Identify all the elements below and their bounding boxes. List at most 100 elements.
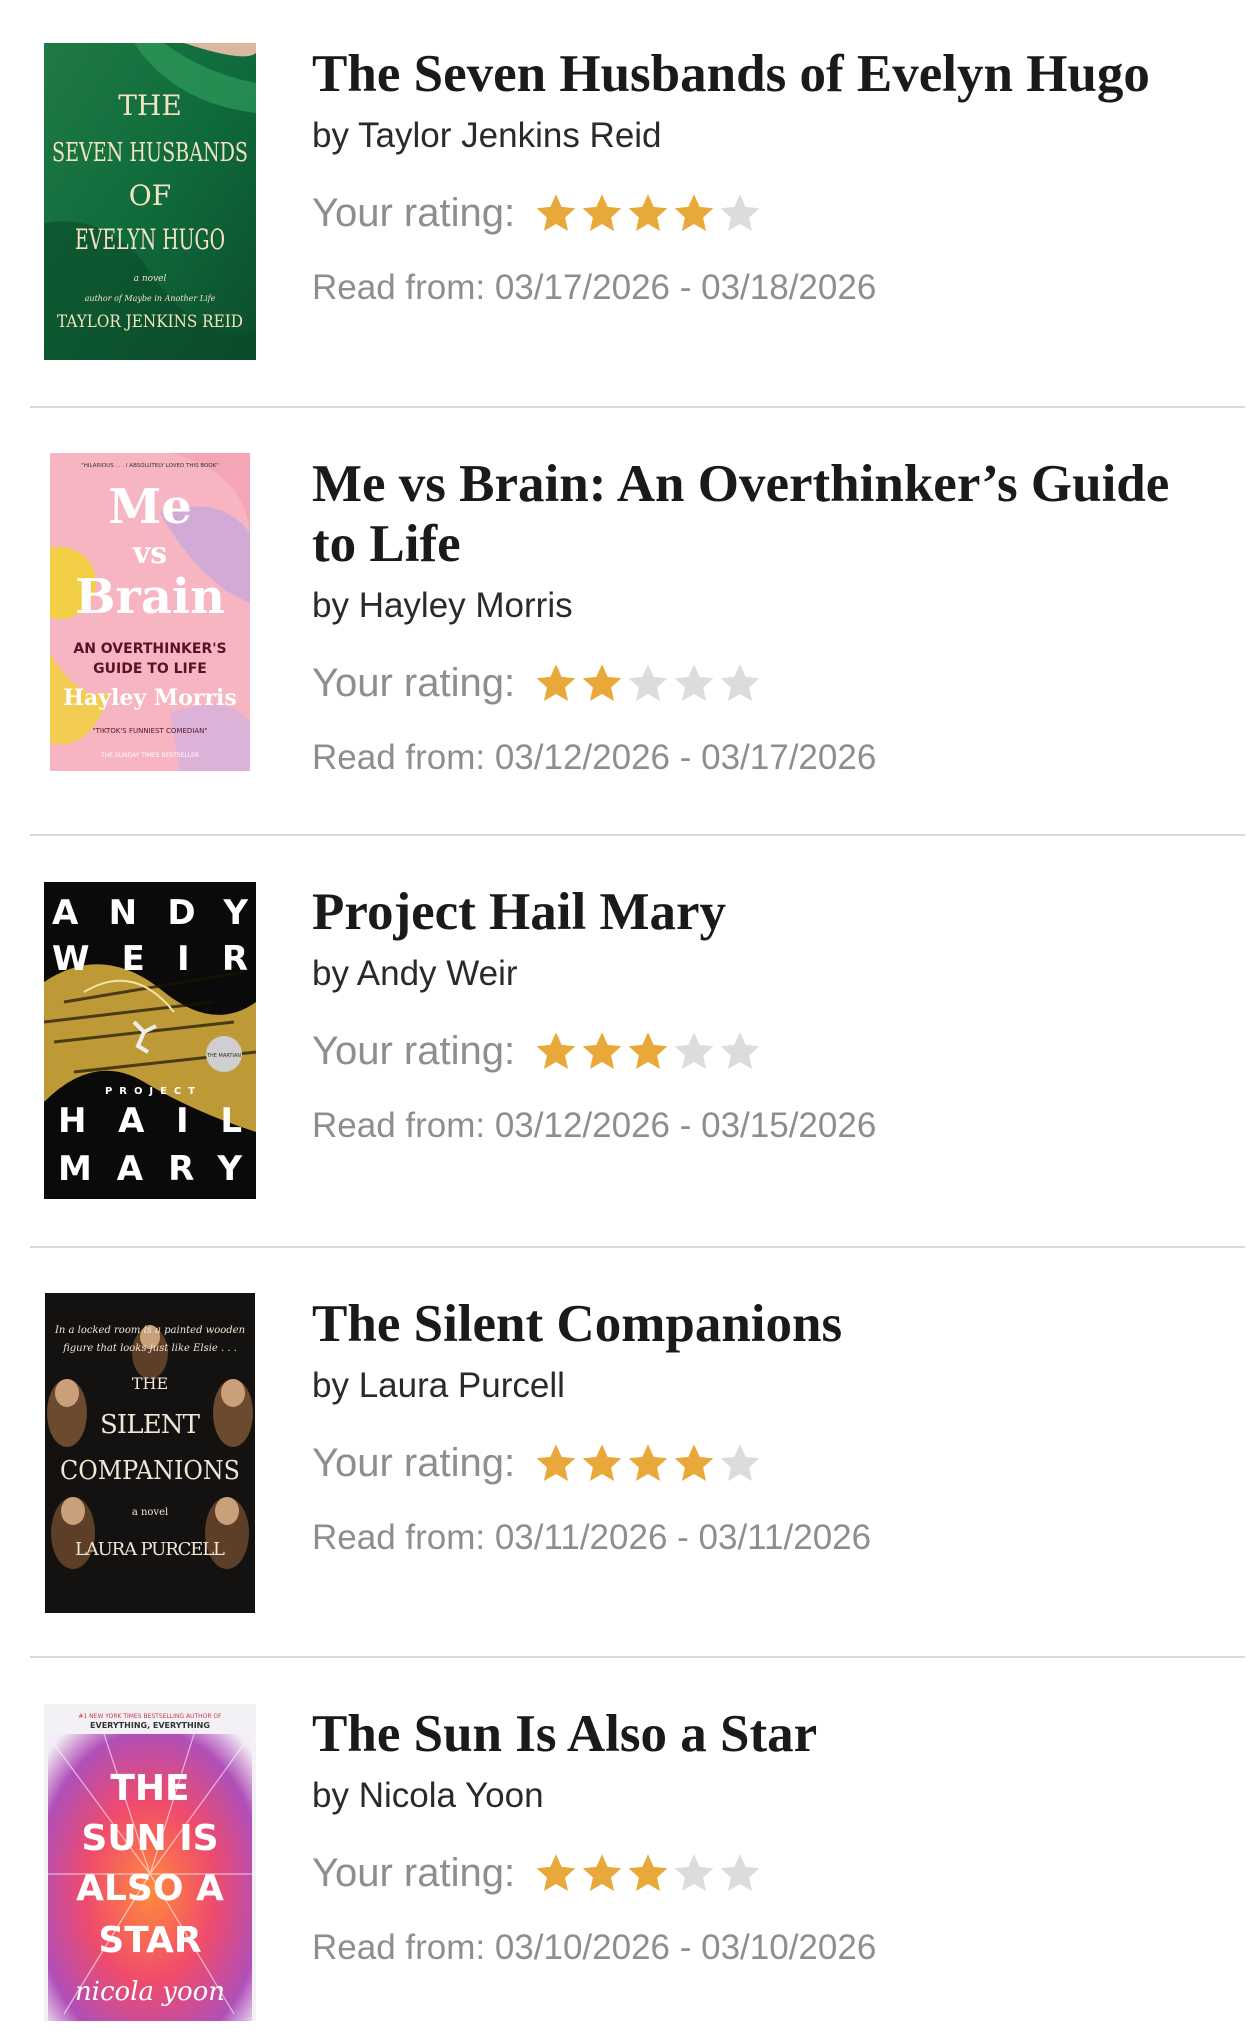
book-info: Project Hail Mary by Andy Weir Your rati… [312, 882, 1205, 1146]
cover-badge-text: THE MARTIAN [206, 1053, 241, 1059]
star-filled-icon[interactable] [671, 190, 717, 236]
star-filled-icon[interactable] [533, 1850, 579, 1896]
book-title[interactable]: The Silent Companions [312, 1294, 1205, 1354]
book-info: The Sun Is Also a Star by Nicola Yoon Yo… [312, 1704, 1205, 1968]
rating-label: Your rating: [312, 190, 516, 235]
cover-tagline-text: #1 NEW YORK TIMES BESTSELLING AUTHOR OF [78, 1713, 222, 1720]
book-author[interactable]: by Laura Purcell [312, 1366, 1205, 1406]
star-rating[interactable] [533, 1440, 763, 1486]
book-author[interactable]: by Nicola Yoon [312, 1776, 1205, 1816]
cover-title-text: SILENT [100, 1410, 201, 1440]
rating-row: Your rating: [312, 1438, 1205, 1488]
star-filled-icon[interactable] [671, 1440, 717, 1486]
book-row[interactable]: #1 NEW YORK TIMES BESTSELLING AUTHOR OF … [30, 1658, 1245, 2043]
cover-title-text: EVELYN HUGO [75, 223, 225, 256]
cover-title-text: SUN IS [81, 1818, 218, 1859]
star-rating[interactable] [533, 1028, 763, 1074]
cover-tagline-text: author of Maybe in Another Life [85, 294, 216, 303]
book-author[interactable]: by Andy Weir [312, 954, 1205, 994]
book-row[interactable]: In a locked room is a painted wooden fig… [30, 1248, 1245, 1658]
cover-title-text: THE [132, 1374, 168, 1393]
book-row[interactable]: THE SEVEN HUSBANDS OF EVELYN HUGO a nove… [30, 0, 1245, 360]
book-row[interactable]: "HILARIOUS . . . I ABSOLUTELY LOVED THIS… [30, 408, 1245, 834]
book-info: The Seven Husbands of Evelyn Hugo by Tay… [312, 44, 1205, 308]
book-author[interactable]: by Hayley Morris [312, 586, 1205, 626]
star-filled-icon[interactable] [533, 190, 579, 236]
rating-row: Your rating: [312, 658, 1205, 708]
star-filled-icon[interactable] [579, 1440, 625, 1486]
star-empty-icon[interactable] [671, 1028, 717, 1074]
book-cover[interactable]: THE MARTIAN ANDY WEIR PROJECT HAIL MARY [44, 882, 256, 1199]
star-empty-icon[interactable] [717, 190, 763, 236]
book-cover[interactable]: THE SEVEN HUSBANDS OF EVELYN HUGO a nove… [44, 43, 256, 360]
rating-label: Your rating: [312, 1028, 516, 1073]
star-empty-icon[interactable] [717, 660, 763, 706]
cover-title-text: STAR [98, 1920, 201, 1961]
book-title[interactable]: Me vs Brain: An Overthinker’s Guide to L… [312, 454, 1205, 574]
cover-quote-text: "TIKTOK'S FUNNIEST COMEDIAN" [92, 727, 207, 735]
book-title[interactable]: The Sun Is Also a Star [312, 1704, 1205, 1764]
star-empty-icon[interactable] [671, 660, 717, 706]
book-title[interactable]: Project Hail Mary [312, 882, 1205, 942]
book-cover[interactable]: In a locked room is a painted wooden fig… [45, 1293, 255, 1613]
rating-label: Your rating: [312, 660, 516, 705]
star-filled-icon[interactable] [625, 1028, 671, 1074]
book-cover[interactable]: #1 NEW YORK TIMES BESTSELLING AUTHOR OF … [44, 1704, 256, 2021]
book-info: Me vs Brain: An Overthinker’s Guide to L… [312, 454, 1205, 778]
read-dates: Read from: 03/12/2026 - 03/17/2026 [312, 738, 877, 777]
star-rating[interactable] [533, 660, 763, 706]
cover-subtitle-text: GUIDE TO LIFE [93, 661, 207, 677]
star-filled-icon[interactable] [625, 1850, 671, 1896]
cover-quote-text: "HILARIOUS . . . I ABSOLUTELY LOVED THIS… [81, 463, 219, 469]
book-info: The Silent Companions by Laura Purcell Y… [312, 1294, 1205, 1558]
star-filled-icon[interactable] [579, 190, 625, 236]
star-filled-icon[interactable] [533, 1028, 579, 1074]
cover-title-text: ALSO A [76, 1868, 224, 1909]
star-filled-icon[interactable] [533, 660, 579, 706]
book-row[interactable]: THE MARTIAN ANDY WEIR PROJECT HAIL MARY … [30, 836, 1245, 1246]
cover-tagline-text: In a locked room is a painted wooden [54, 1325, 245, 1336]
cover-title-text: Me [108, 479, 192, 535]
rating-label: Your rating: [312, 1440, 516, 1485]
cover-quote-text: THE SUNDAY TIMES BESTSELLER [100, 752, 199, 759]
book-title[interactable]: The Seven Husbands of Evelyn Hugo [312, 44, 1205, 104]
star-filled-icon[interactable] [579, 1850, 625, 1896]
star-empty-icon[interactable] [717, 1440, 763, 1486]
star-filled-icon[interactable] [579, 1028, 625, 1074]
cover-author-text: Hayley Morris [63, 685, 237, 711]
cover-subtitle-text: AN OVERTHINKER'S [73, 641, 226, 657]
star-empty-icon[interactable] [671, 1850, 717, 1896]
star-filled-icon[interactable] [625, 1440, 671, 1486]
rating-label: Your rating: [312, 1850, 516, 1895]
book-cover[interactable]: "HILARIOUS . . . I ABSOLUTELY LOVED THIS… [50, 453, 250, 771]
rating-row: Your rating: [312, 1026, 1205, 1076]
cover-subtitle-text: a novel [132, 1507, 168, 1518]
cover-author-text: LAURA PURCELL [75, 1539, 225, 1560]
cover-title-text: THE [118, 89, 182, 122]
cover-title-text: COMPANIONS [60, 1456, 240, 1486]
star-rating[interactable] [533, 190, 763, 236]
read-dates: Read from: 03/17/2026 - 03/18/2026 [312, 268, 877, 307]
star-empty-icon[interactable] [717, 1850, 763, 1896]
cover-title-text: vs [132, 536, 167, 571]
cover-tagline-text: figure that looks just like Elsie . . . [62, 1343, 237, 1354]
rating-row: Your rating: [312, 1848, 1205, 1898]
cover-subtitle-text: a novel [134, 274, 167, 284]
star-filled-icon[interactable] [625, 190, 671, 236]
star-filled-icon[interactable] [533, 1440, 579, 1486]
read-dates: Read from: 03/10/2026 - 03/10/2026 [312, 1928, 877, 1967]
reading-list: THE SEVEN HUSBANDS OF EVELYN HUGO a nove… [0, 0, 1258, 2043]
cover-author-text: nicola yoon [75, 1977, 225, 2007]
cover-author-text: TAYLOR JENKINS REID [57, 312, 243, 332]
cover-tagline-text: EVERYTHING, EVERYTHING [90, 1721, 210, 1730]
cover-title-text: OF [129, 179, 171, 212]
star-empty-icon[interactable] [717, 1028, 763, 1074]
cover-title-text: THE [110, 1768, 189, 1809]
rating-row: Your rating: [312, 188, 1205, 238]
cover-title-text: Brain [75, 569, 225, 625]
read-dates: Read from: 03/12/2026 - 03/15/2026 [312, 1106, 877, 1145]
star-filled-icon[interactable] [579, 660, 625, 706]
book-author[interactable]: by Taylor Jenkins Reid [312, 116, 1205, 156]
star-rating[interactable] [533, 1850, 763, 1896]
star-empty-icon[interactable] [625, 660, 671, 706]
